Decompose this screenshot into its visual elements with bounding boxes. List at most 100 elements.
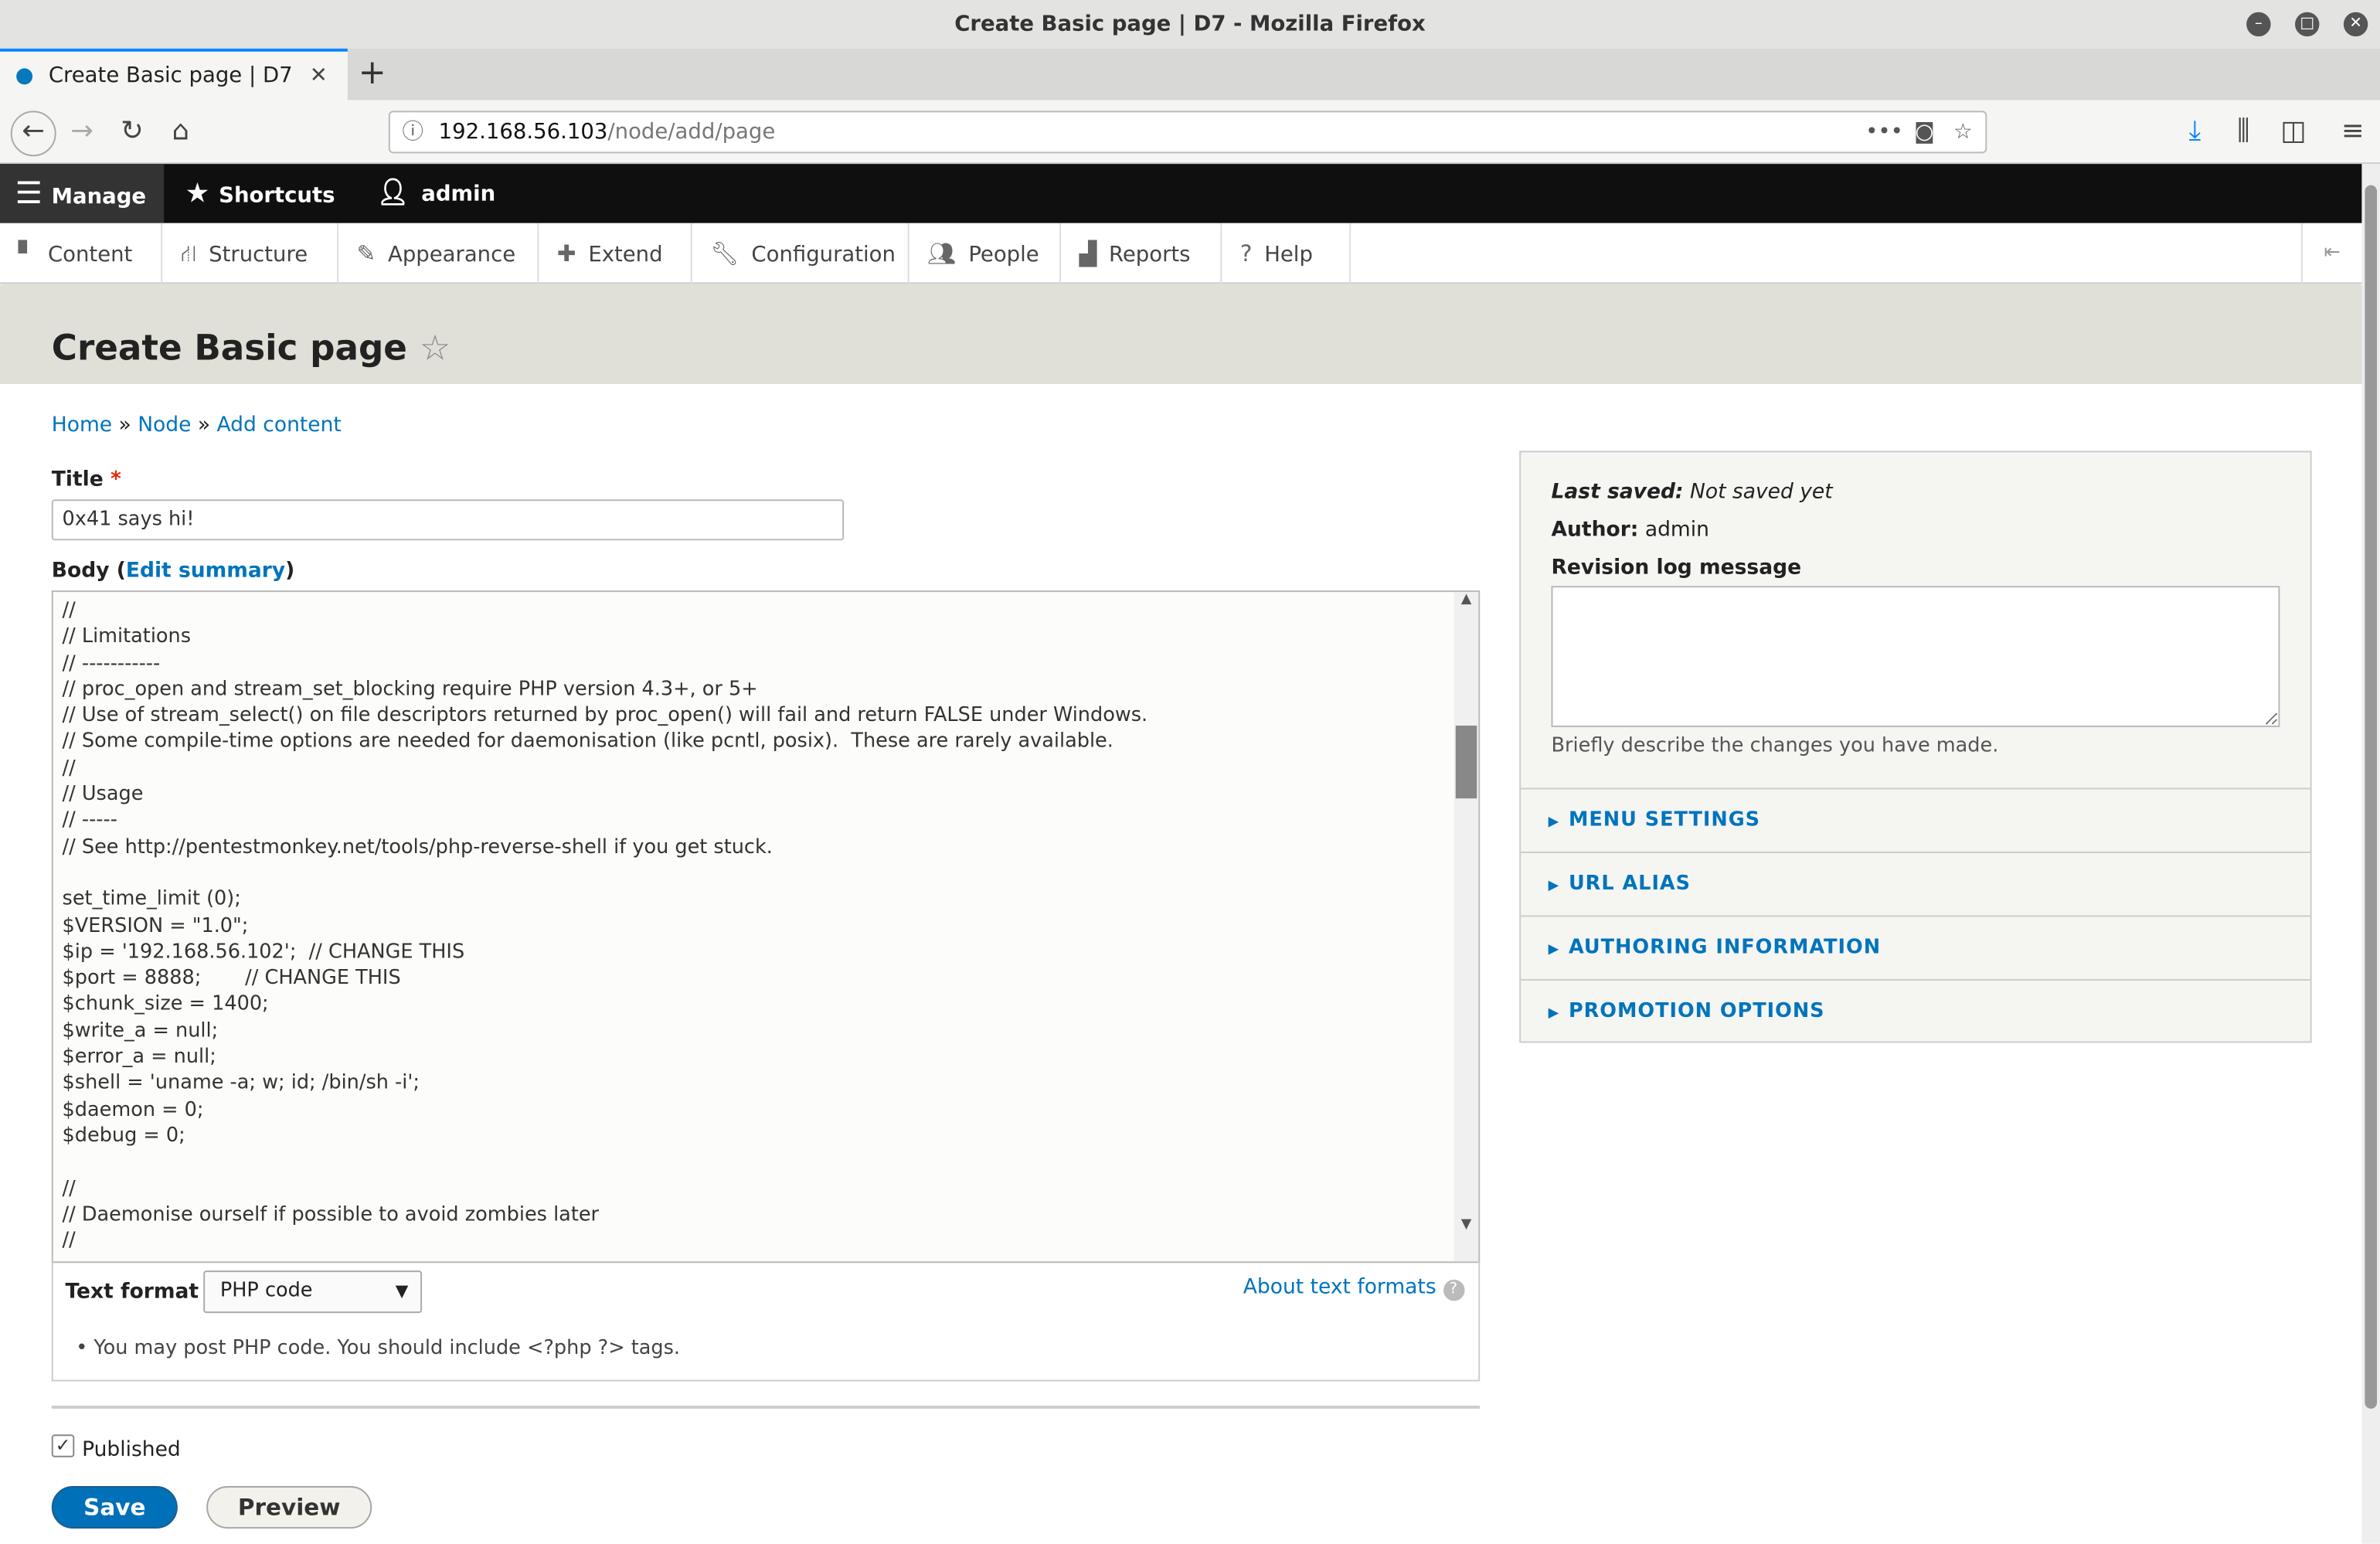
url-alias-section[interactable]: ▶ URL ALIAS xyxy=(1521,851,2310,916)
collapse-tray-icon[interactable]: ⇤ xyxy=(2300,223,2362,284)
tray-extend[interactable]: ✚ Extend xyxy=(539,223,692,284)
preview-button[interactable]: Preview xyxy=(206,1486,372,1529)
authoring-information-section[interactable]: ▶ AUTHORING INFORMATION xyxy=(1521,915,2310,979)
back-icon[interactable]: ← xyxy=(10,111,56,157)
tray-help[interactable]: ? Help xyxy=(1222,223,1352,284)
url-host: 192.168.56.103 xyxy=(438,120,608,145)
hamburger-icon: ☰ xyxy=(15,174,42,212)
star-outline-icon[interactable]: ☆ xyxy=(420,329,451,369)
published-checkbox[interactable]: ✓ xyxy=(51,1434,75,1457)
last-saved-label: Last saved: xyxy=(1551,479,1684,505)
section-label: AUTHORING INFORMATION xyxy=(1568,936,1882,960)
about-text-formats-link[interactable]: About text formats xyxy=(1243,1275,1436,1299)
breadcrumb-node[interactable]: Node xyxy=(138,413,191,437)
section-label: PROMOTION OPTIONS xyxy=(1568,1000,1825,1023)
menu-settings-section[interactable]: ▶ MENU SETTINGS xyxy=(1521,787,2310,852)
tray-label: Reports xyxy=(1109,243,1191,267)
text-format-label: Text format xyxy=(65,1279,199,1304)
people-icon: 👥︎ xyxy=(927,240,957,267)
tray-label: Structure xyxy=(209,243,308,267)
page-scrollbar[interactable] xyxy=(2361,164,2380,1544)
format-tip: • You may post PHP code. You should incl… xyxy=(76,1337,681,1361)
close-window-icon[interactable]: ✕ xyxy=(2343,12,2368,37)
revision-help: Briefly describe the changes you have ma… xyxy=(1551,734,1999,758)
page-title-text: Create Basic page xyxy=(51,329,407,369)
maximize-icon[interactable]: □ xyxy=(2295,12,2320,37)
author-value: admin xyxy=(1644,517,1709,542)
bar-chart-icon: ▟ xyxy=(1079,240,1097,267)
breadcrumb-home[interactable]: Home xyxy=(52,413,112,437)
tray-configuration[interactable]: 🔧︎ Configuration xyxy=(692,223,910,284)
drupal-toolbar: ☰ Manage ★ Shortcuts 👤︎ admin xyxy=(0,164,2362,223)
author: Author: admin xyxy=(1552,518,1709,542)
promotion-options-section[interactable]: ▶ PROMOTION OPTIONS xyxy=(1521,978,2310,1043)
tab-label: Create Basic page | D7 xyxy=(48,63,293,88)
tray-structure[interactable]: ⛙ Structure xyxy=(162,223,339,284)
text-format-select[interactable]: PHP code ▼ xyxy=(203,1270,423,1314)
section-label: MENU SETTINGS xyxy=(1568,808,1761,832)
title-input[interactable] xyxy=(51,499,845,541)
tray-label: Extend xyxy=(588,243,663,267)
revision-label: Revision log message xyxy=(1551,555,1802,580)
breadcrumb-add-content[interactable]: Add content xyxy=(216,413,341,437)
more-icon[interactable]: ••• xyxy=(1865,112,1903,151)
info-icon: ⓘ xyxy=(402,120,424,145)
text-format-value: PHP code xyxy=(219,1279,313,1303)
url-bar[interactable]: ⓘ 192.168.56.103/node/add/page ••• ◙ ☆ xyxy=(388,111,1987,154)
required-marker: * xyxy=(110,468,121,492)
shortcuts-menu[interactable]: ★ Shortcuts xyxy=(185,164,335,223)
tray-people[interactable]: 👥︎ People xyxy=(910,223,1062,284)
edit-summary-link[interactable]: Edit summary xyxy=(126,559,285,583)
body-scrollbar[interactable]: ▲ ▼ xyxy=(1454,592,1479,1262)
reload-icon[interactable]: ↻ xyxy=(112,112,151,151)
menu-icon[interactable]: ≡ xyxy=(2333,112,2372,151)
home-icon[interactable]: ⌂ xyxy=(161,112,200,151)
tab-bar xyxy=(0,48,2380,100)
tray-label: Content xyxy=(47,243,133,267)
tray-content[interactable]: ▘ Content xyxy=(0,223,163,284)
sidebar-icon[interactable]: ◫ xyxy=(2274,112,2314,151)
tray-appearance[interactable]: ✎ Appearance xyxy=(338,223,539,284)
about-text-formats[interactable]: About text formats ? xyxy=(1243,1275,1464,1301)
revision-log-textarea[interactable] xyxy=(1551,586,2280,727)
library-icon[interactable]: ⫼ xyxy=(2224,112,2263,151)
user-menu[interactable]: 👤︎ admin xyxy=(376,164,495,223)
body-textarea[interactable]: // // Limitations // ----------- // proc… xyxy=(53,592,1456,1262)
manage-menu[interactable]: ☰ Manage xyxy=(0,164,165,223)
new-tab-button[interactable]: + xyxy=(359,55,386,93)
breadcrumb: Home » Node » Add content xyxy=(51,413,342,437)
save-button[interactable]: Save xyxy=(51,1486,178,1529)
body-label-text: Body ( xyxy=(51,558,126,583)
admin-tray: ▘ Content ⛙ Structure ✎ Appearance ✚ Extend … xyxy=(0,223,2362,284)
help-icon[interactable]: ? xyxy=(1443,1279,1464,1301)
tray-label: Help xyxy=(1264,243,1313,267)
user-icon: 👤︎ xyxy=(376,177,410,209)
bookmark-star-icon[interactable]: ☆ xyxy=(1953,112,1973,151)
scrollbar-thumb[interactable] xyxy=(1455,725,1477,799)
downloads-icon[interactable]: ⤓ xyxy=(2175,112,2215,151)
last-saved: Last saved: Not saved yet xyxy=(1552,480,1833,504)
tab-close-icon[interactable]: ✕ xyxy=(310,52,328,100)
scroll-up-icon[interactable]: ▲ xyxy=(1454,592,1478,607)
page-title: Create Basic page ☆ xyxy=(52,329,450,369)
scroll-down-icon[interactable]: ▼ xyxy=(1454,1217,1478,1233)
tray-label: Configuration xyxy=(751,243,896,267)
caret-right-icon: ▶ xyxy=(1548,942,1560,958)
body-label-end: ) xyxy=(285,558,295,583)
tab-create-basic-page[interactable]: ● Create Basic page | D7 ✕ xyxy=(0,48,348,100)
last-saved-value: Not saved yet xyxy=(1690,479,1833,505)
published-label: Published xyxy=(82,1437,181,1462)
title-label-text: Title xyxy=(51,468,104,492)
star-icon: ★ xyxy=(185,177,210,210)
format-tip-text: You may post PHP code. You should includ… xyxy=(94,1337,681,1361)
minimize-icon[interactable]: – xyxy=(2246,12,2271,37)
tray-reports[interactable]: ▟ Reports xyxy=(1061,223,1222,284)
page-scrollbar-thumb[interactable] xyxy=(2365,185,2378,1409)
tray-label: People xyxy=(968,243,1039,267)
window-title: Create Basic page | D7 - Mozilla Firefox xyxy=(0,0,2380,49)
meta-sidebar: Last saved: Not saved yet Author: admin … xyxy=(1519,451,2312,1043)
wrench-icon: 🔧︎ xyxy=(710,240,740,267)
file-icon: ▘ xyxy=(18,240,36,267)
forward-icon[interactable]: → xyxy=(63,112,102,151)
pocket-icon[interactable]: ◙ xyxy=(1914,112,1935,151)
